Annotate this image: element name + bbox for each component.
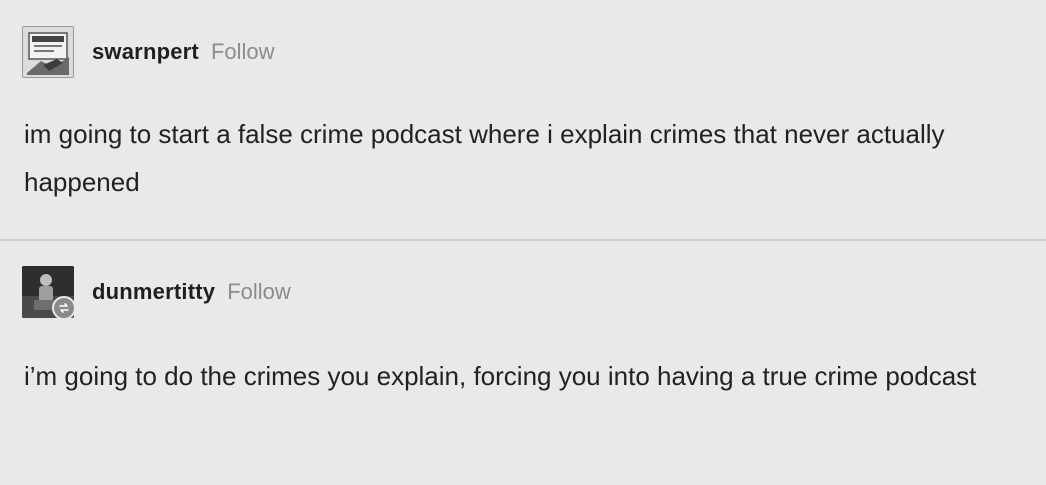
username[interactable]: dunmertitty	[92, 279, 215, 305]
follow-button[interactable]: Follow	[211, 39, 275, 65]
reblog-icon	[52, 296, 76, 320]
sign-avatar-icon	[23, 27, 73, 77]
post-text: i’m going to do the crimes you explain, …	[24, 361, 977, 391]
post-text: im going to start a false crime podcast …	[24, 119, 945, 197]
post-2: dunmertitty Follow i’m going to do the c…	[0, 241, 1046, 485]
avatar-wrapper	[22, 266, 76, 320]
post-header: dunmertitty Follow	[22, 266, 291, 320]
username[interactable]: swarnpert	[92, 39, 199, 65]
reblog-arrows-icon	[59, 303, 69, 313]
follow-button[interactable]: Follow	[227, 279, 291, 305]
post-1: swarnpert Follow im going to start a fal…	[0, 0, 1046, 240]
post-header: swarnpert Follow	[22, 26, 275, 78]
avatar[interactable]	[22, 26, 74, 78]
